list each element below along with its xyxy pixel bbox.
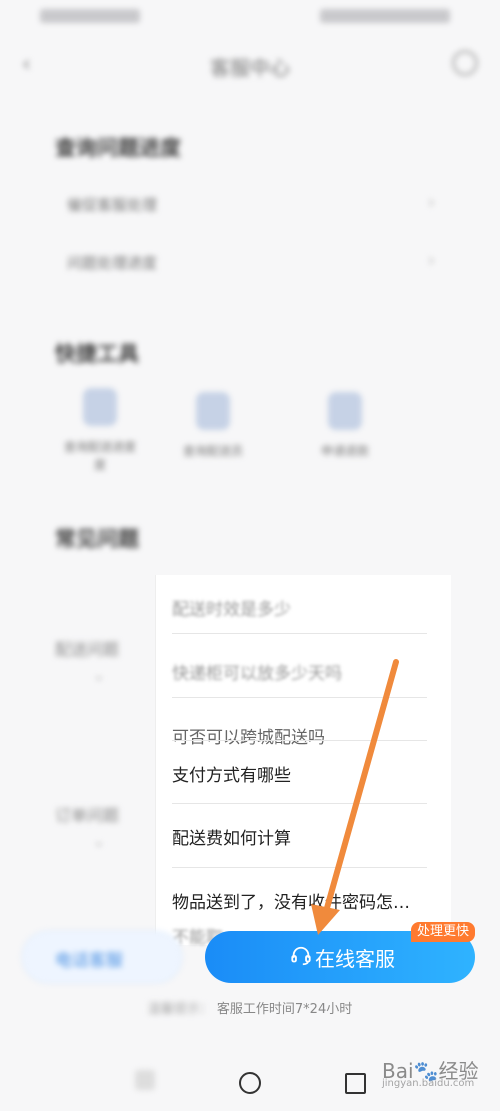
arrow-head-icon (311, 904, 340, 935)
annotation-arrow (311, 659, 399, 935)
